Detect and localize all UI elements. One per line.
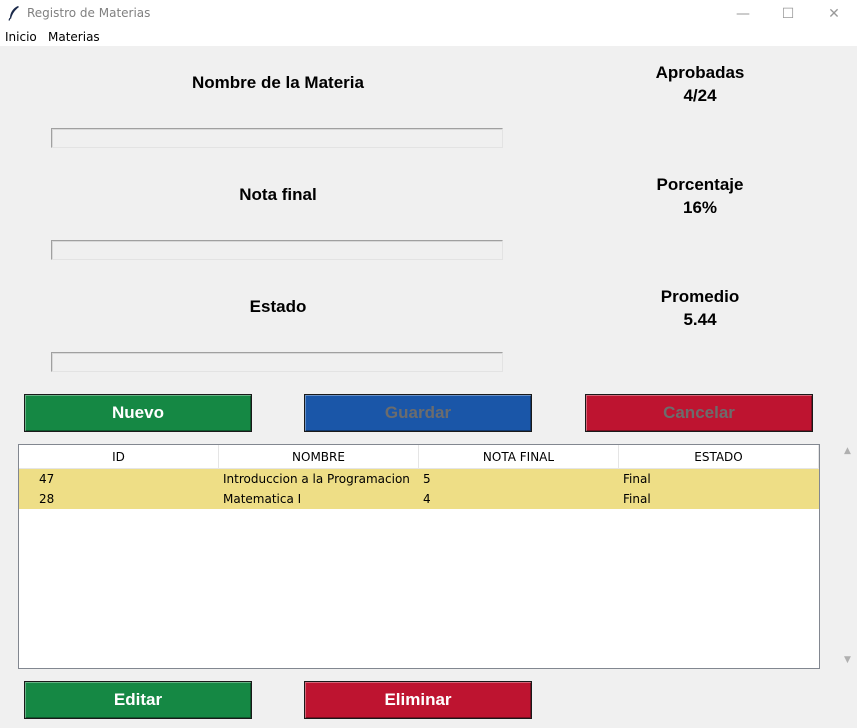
final-grade-label: Nota final — [239, 185, 317, 204]
minimize-button[interactable]: — — [720, 0, 766, 27]
approved-value: 4/24 — [683, 86, 717, 105]
subjects-table[interactable]: ID NOMBRE NOTA FINAL ESTADO 47 Introducc… — [18, 444, 820, 669]
delete-button[interactable]: Eliminar — [304, 681, 532, 719]
application-window: Registro de Materias — ☐ ✕ Inicio Materi… — [0, 0, 857, 728]
save-button[interactable]: Guardar — [304, 394, 532, 432]
average-label: Promedio — [660, 287, 740, 306]
window-title: Registro de Materias — [27, 6, 151, 20]
close-button[interactable]: ✕ — [811, 0, 857, 27]
average-stat: Promedio 5.44 — [620, 285, 780, 331]
table-row[interactable]: 47 Introduccion a la Programacion 5 Fina… — [19, 469, 819, 489]
percentage-value: 16% — [682, 198, 718, 217]
scroll-down-arrow-icon[interactable]: ▼ — [844, 655, 851, 665]
new-button[interactable]: Nuevo — [24, 394, 252, 432]
cell-estado: Final — [623, 492, 651, 506]
subject-name-field[interactable] — [51, 128, 503, 149]
cell-id: 47 — [39, 472, 55, 486]
title-bar: Registro de Materias — ☐ ✕ — [0, 0, 857, 27]
maximize-button[interactable]: ☐ — [765, 0, 811, 27]
final-grade-field[interactable] — [51, 240, 503, 261]
cell-estado: Final — [623, 472, 651, 486]
cell-id: 28 — [39, 492, 55, 506]
percentage-stat: Porcentaje 16% — [620, 173, 780, 219]
approved-label: Aprobadas — [655, 63, 745, 82]
cancel-button[interactable]: Cancelar — [585, 394, 813, 432]
menu-item-materias[interactable]: Materias — [48, 30, 100, 44]
column-header-nombre[interactable]: NOMBRE — [219, 445, 419, 469]
table-row[interactable]: 28 Matematica I 4 Final — [19, 489, 819, 509]
feather-icon — [8, 6, 19, 21]
status-label: Estado — [249, 297, 307, 316]
final-grade-input[interactable] — [52, 242, 502, 261]
cell-nota-final: 4 — [423, 492, 431, 506]
column-header-id[interactable]: ID — [19, 445, 219, 469]
menu-bar: Inicio Materias — [0, 27, 857, 46]
status-input[interactable] — [52, 354, 502, 373]
scroll-up-arrow-icon[interactable]: ▲ — [844, 446, 851, 456]
menu-item-inicio[interactable]: Inicio — [5, 30, 37, 44]
subject-name-input[interactable] — [52, 130, 502, 149]
subject-name-label: Nombre de la Materia — [192, 73, 364, 92]
cell-nombre: Introduccion a la Programacion — [223, 472, 410, 486]
approved-stat: Aprobadas 4/24 — [620, 61, 780, 107]
column-header-nota-final[interactable]: NOTA FINAL — [419, 445, 619, 469]
status-field[interactable] — [51, 352, 503, 373]
cell-nombre: Matematica I — [223, 492, 302, 506]
average-value: 5.44 — [683, 310, 717, 329]
table-scrollbar[interactable]: ▲ ▼ — [838, 444, 856, 669]
table-header: ID NOMBRE NOTA FINAL ESTADO — [19, 445, 819, 469]
cell-nota-final: 5 — [423, 472, 431, 486]
percentage-label: Porcentaje — [656, 175, 744, 194]
edit-button[interactable]: Editar — [24, 681, 252, 719]
column-header-estado[interactable]: ESTADO — [619, 445, 819, 469]
